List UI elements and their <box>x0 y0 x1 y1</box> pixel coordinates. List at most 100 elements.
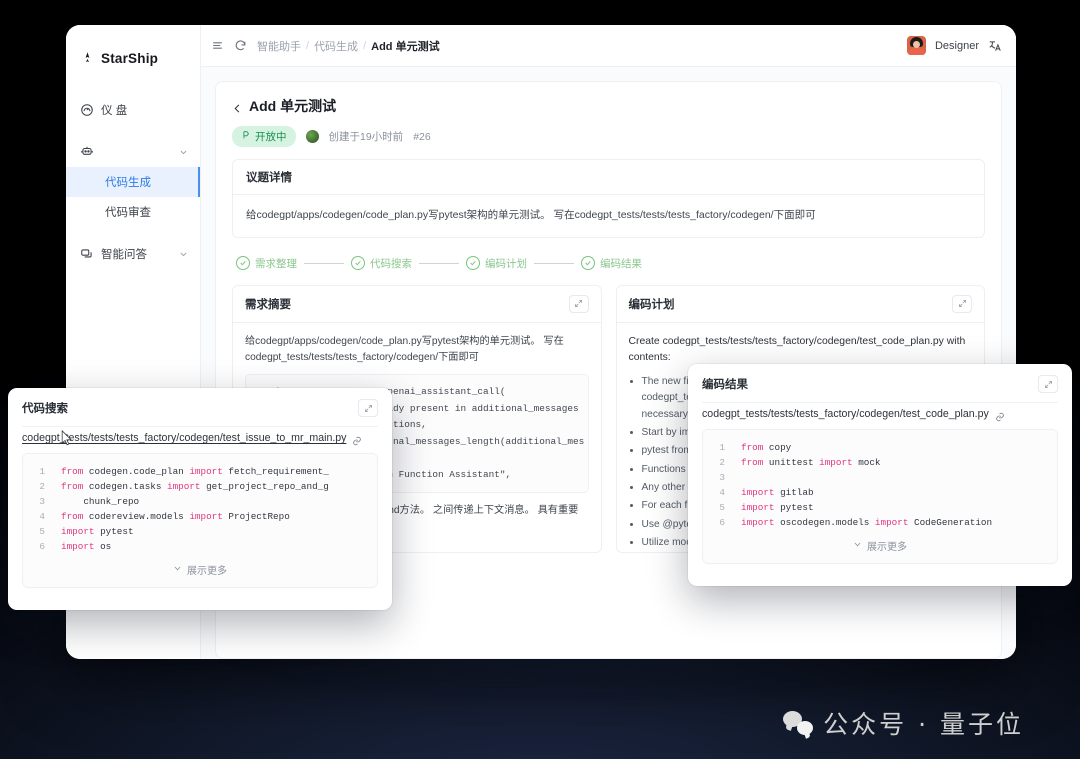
code-line: 6import oscodegen.models import CodeGene… <box>707 515 1053 530</box>
link-icon[interactable] <box>995 409 1005 419</box>
show-more-label: 展示更多 <box>187 562 227 577</box>
hamburger-icon[interactable] <box>211 39 224 52</box>
sidebar-item-code-generation[interactable]: 代码生成 <box>66 167 200 197</box>
link-icon[interactable] <box>352 433 362 443</box>
user-name[interactable]: Designer <box>935 40 979 52</box>
code-keyword: import <box>61 524 94 539</box>
requirement-text: 给codegpt/apps/codegen/code_plan.py写pytes… <box>245 334 589 366</box>
line-number: 2 <box>27 479 61 494</box>
sidebar-item-label: 仪 盘 <box>101 102 127 118</box>
translate-icon[interactable] <box>988 39 1002 53</box>
line-number: 2 <box>707 455 741 470</box>
panel-title: 需求摘要 <box>245 296 291 312</box>
sidebar-item-label: 代码生成 <box>105 174 151 190</box>
plan-lead-text: Create codegpt_tests/tests/tests_factory… <box>629 334 973 366</box>
sidebar-item-label: 智能问答 <box>101 246 147 262</box>
code-keyword: import <box>741 500 774 515</box>
code-search-float-card: 代码搜索 codegpt_tests/tests/tests_factory/c… <box>8 388 392 610</box>
page-header: Add 单元测试 <box>232 96 985 116</box>
float-body: codegpt_tests/tests/tests_factory/codege… <box>688 402 1072 574</box>
topbar-right: Designer <box>907 36 1002 55</box>
code-text: fetch_requirement_ <box>223 464 329 479</box>
chevron-down-icon <box>853 540 862 552</box>
code-text: ProjectRepo <box>223 509 290 524</box>
expand-icon[interactable] <box>569 295 589 313</box>
file-path-link[interactable]: codegpt_tests/tests/tests_factory/codege… <box>22 432 346 444</box>
show-more-button[interactable]: 展示更多 <box>707 530 1053 559</box>
code-keyword: import <box>189 509 222 524</box>
breadcrumb-item-3: Add 单元测试 <box>371 38 439 54</box>
brand-name: StarShip <box>101 51 158 66</box>
line-number: 3 <box>707 470 741 485</box>
code-line: 5import pytest <box>27 524 373 539</box>
code-keyword: import <box>741 515 774 530</box>
code-line: 6import os <box>27 539 373 554</box>
code-text: oscodegen.models <box>774 515 874 530</box>
step-coding-plan[interactable]: 编码计划 <box>466 256 527 271</box>
breadcrumb: 智能助手 / 代码生成 / Add 单元测试 <box>257 38 440 54</box>
status-badge-label: 开放中 <box>255 129 287 144</box>
show-more-label: 展示更多 <box>867 538 907 553</box>
line-number: 6 <box>27 539 61 554</box>
step-connector <box>304 263 344 264</box>
chevron-down-icon <box>173 564 182 576</box>
code-text: codereview.models <box>83 509 189 524</box>
avatar[interactable] <box>907 36 926 55</box>
code-text: mock <box>853 455 881 470</box>
check-icon <box>581 256 595 270</box>
watermark-text: 公众号 · 量子位 <box>823 705 1024 741</box>
open-issue-icon <box>241 130 251 143</box>
expand-icon[interactable] <box>1038 375 1058 393</box>
code-line: 2from unittest import mock <box>707 455 1053 470</box>
code-keyword: from <box>61 509 83 524</box>
step-requirement[interactable]: 需求整理 <box>236 256 297 271</box>
author-avatar <box>306 130 319 143</box>
sidebar-item-smart-qa[interactable]: 智能问答 <box>66 239 200 269</box>
file-path-link[interactable]: codegpt_tests/tests/tests_factory/codege… <box>702 408 989 420</box>
code-line: 4from codereview.models import ProjectRe… <box>27 509 373 524</box>
coding-result-float-card: 编码结果 codegpt_tests/tests/tests_factory/c… <box>688 364 1072 586</box>
panel-title: 编码计划 <box>629 296 675 312</box>
code-line: 4import gitlab <box>707 485 1053 500</box>
code-text: codegen.tasks <box>83 479 167 494</box>
line-number: 6 <box>707 515 741 530</box>
sidebar-nav: 仪 盘 代码生成 代码审查 智能问答 <box>66 95 200 269</box>
float-title: 编码结果 <box>702 376 748 392</box>
code-text: codegen.code_plan <box>83 464 189 479</box>
code-text: CodeGeneration <box>908 515 992 530</box>
breadcrumb-item-1[interactable]: 智能助手 <box>257 38 301 54</box>
show-more-button[interactable]: 展示更多 <box>27 554 373 583</box>
line-number: 1 <box>27 464 61 479</box>
refresh-icon[interactable] <box>234 39 247 52</box>
code-text: pytest <box>94 524 133 539</box>
file-link-row: codegpt_tests/tests/tests_factory/codege… <box>702 402 1058 429</box>
code-keyword: from <box>741 440 763 455</box>
step-connector <box>534 263 574 264</box>
float-body: codegpt_tests/tests/tests_factory/codege… <box>8 426 392 598</box>
code-keyword: from <box>741 455 763 470</box>
step-label: 需求整理 <box>255 256 297 271</box>
breadcrumb-item-2[interactable]: 代码生成 <box>314 38 358 54</box>
code-text: chunk_repo <box>61 494 139 509</box>
code-line: 2from codegen.tasks import get_project_r… <box>27 479 373 494</box>
expand-icon[interactable] <box>952 295 972 313</box>
line-number: 5 <box>707 500 741 515</box>
breadcrumb-separator: / <box>306 40 309 52</box>
step-coding-result[interactable]: 编码结果 <box>581 256 642 271</box>
sidebar-item-assistant[interactable] <box>66 137 200 167</box>
sidebar-item-dashboard[interactable]: 仪 盘 <box>66 95 200 125</box>
chevron-left-icon[interactable] <box>232 101 243 112</box>
issue-detail-card: 议题详情 给codegpt/apps/codegen/code_plan.py写… <box>232 159 985 238</box>
code-line: 5import pytest <box>707 500 1053 515</box>
step-code-search[interactable]: 代码搜索 <box>351 256 412 271</box>
brand: StarShip <box>66 37 200 71</box>
code-keyword: import <box>875 515 908 530</box>
step-label: 代码搜索 <box>370 256 412 271</box>
code-text: os <box>94 539 111 554</box>
line-number: 3 <box>27 494 61 509</box>
float-header: 编码结果 <box>688 364 1072 402</box>
expand-icon[interactable] <box>358 399 378 417</box>
issue-number: #26 <box>413 131 431 143</box>
float-header: 代码搜索 <box>8 388 392 426</box>
sidebar-item-code-review[interactable]: 代码审查 <box>66 197 200 227</box>
